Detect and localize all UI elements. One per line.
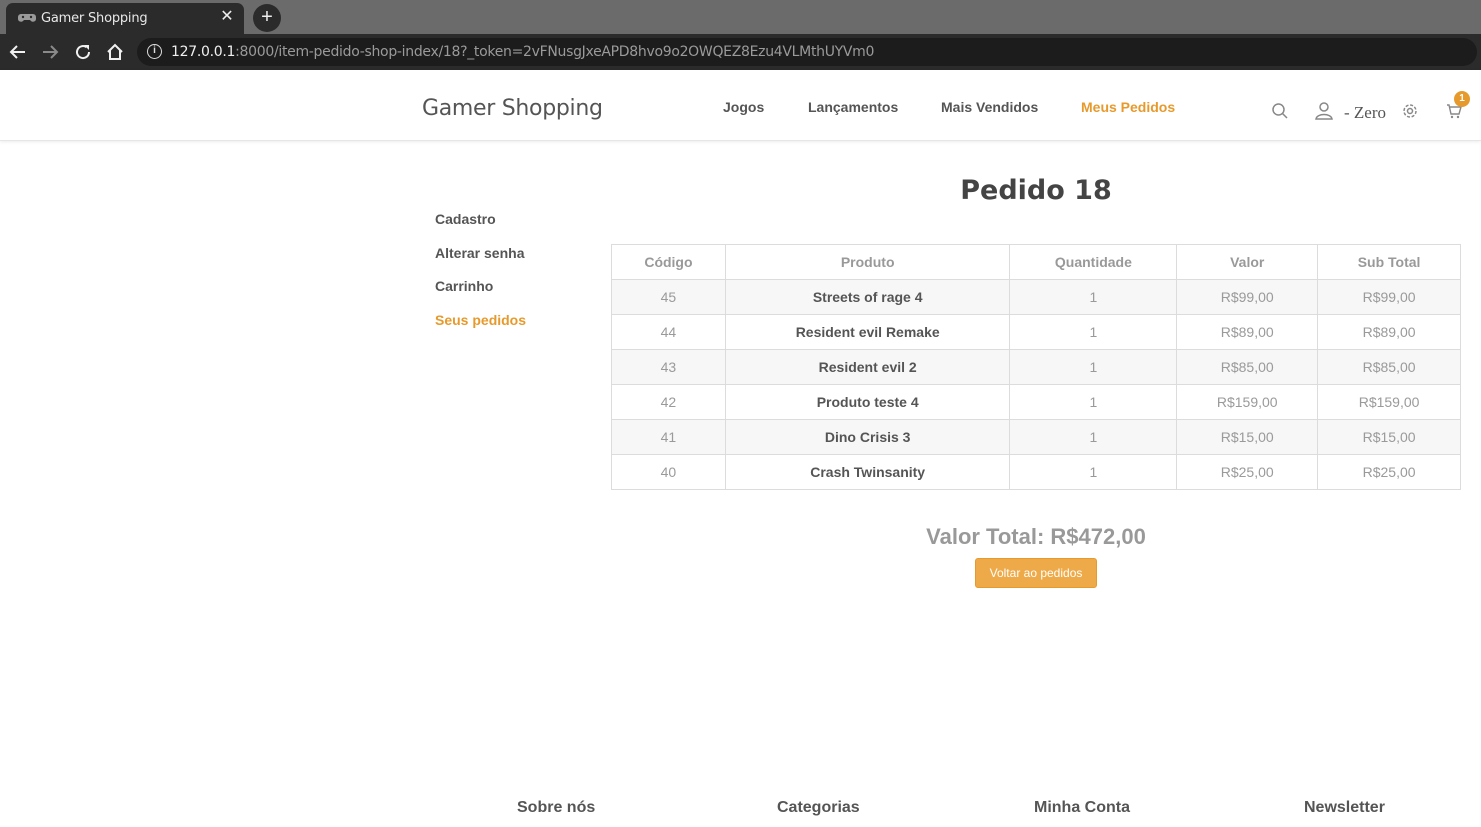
cell-subtotal: R$15,00 bbox=[1317, 419, 1461, 455]
cell-valor: R$25,00 bbox=[1176, 454, 1319, 490]
cell-codigo: 42 bbox=[611, 384, 726, 420]
page-title: Pedido 18 bbox=[960, 175, 1112, 206]
footer-heading-sobre-nos: Sobre nós bbox=[517, 799, 596, 816]
cell-valor: R$15,00 bbox=[1176, 419, 1319, 455]
footer-heading-minha-conta: Minha Conta bbox=[1034, 799, 1130, 816]
table-row: 42 Produto teste 4 1 R$159,00 R$159,00 bbox=[611, 384, 1461, 420]
cell-produto: Crash Twinsanity bbox=[724, 454, 1011, 490]
sidebar-item-cadastro[interactable]: Cadastro bbox=[435, 211, 496, 227]
column-header-produto: Produto bbox=[724, 244, 1011, 280]
new-tab-button[interactable]: + bbox=[253, 4, 281, 32]
cell-codigo: 40 bbox=[611, 454, 726, 490]
footer-heading-categorias: Categorias bbox=[777, 799, 860, 816]
cell-produto: Dino Crisis 3 bbox=[724, 419, 1011, 455]
gamepad-icon bbox=[18, 12, 36, 24]
close-tab-icon[interactable]: ✕ bbox=[218, 7, 236, 27]
cell-produto: Resident evil Remake bbox=[724, 314, 1011, 350]
column-header-quantidade: Quantidade bbox=[1009, 244, 1178, 280]
home-icon[interactable] bbox=[103, 40, 127, 64]
order-items-table: Código Produto Quantidade Valor Sub Tota… bbox=[611, 244, 1461, 490]
nav-meus-pedidos[interactable]: Meus Pedidos bbox=[1081, 99, 1175, 115]
back-arrow-icon[interactable] bbox=[6, 40, 30, 64]
cart-count-badge: 1 bbox=[1454, 91, 1470, 107]
url-bar[interactable]: i 127.0.0.1:8000/item-pedido-shop-index/… bbox=[137, 38, 1477, 66]
site-logo[interactable]: Gamer Shopping bbox=[422, 96, 603, 121]
nav-lancamentos[interactable]: Lançamentos bbox=[808, 99, 898, 115]
table-row: 44 Resident evil Remake 1 R$89,00 R$89,0… bbox=[611, 314, 1461, 350]
gear-icon[interactable] bbox=[1401, 102, 1419, 125]
table-header-row: Código Produto Quantidade Valor Sub Tota… bbox=[611, 244, 1461, 280]
site-info-icon[interactable]: i bbox=[147, 44, 162, 59]
user-name[interactable]: - Zero bbox=[1344, 103, 1386, 123]
cell-quantidade: 1 bbox=[1009, 314, 1178, 350]
cell-subtotal: R$25,00 bbox=[1317, 454, 1461, 490]
reload-icon[interactable] bbox=[71, 40, 95, 64]
user-icon[interactable] bbox=[1315, 102, 1335, 125]
column-header-valor: Valor bbox=[1176, 244, 1319, 280]
cell-quantidade: 1 bbox=[1009, 454, 1178, 490]
sidebar-item-seus-pedidos[interactable]: Seus pedidos bbox=[435, 312, 526, 328]
cell-codigo: 45 bbox=[611, 279, 726, 315]
footer-heading-newsletter: Newsletter bbox=[1304, 799, 1385, 816]
cell-subtotal: R$99,00 bbox=[1317, 279, 1461, 315]
table-row: 43 Resident evil 2 1 R$85,00 R$85,00 bbox=[611, 349, 1461, 385]
cell-subtotal: R$159,00 bbox=[1317, 384, 1461, 420]
cell-valor: R$159,00 bbox=[1176, 384, 1319, 420]
cell-subtotal: R$85,00 bbox=[1317, 349, 1461, 385]
nav-jogos[interactable]: Jogos bbox=[723, 99, 764, 115]
cell-codigo: 43 bbox=[611, 349, 726, 385]
cell-valor: R$99,00 bbox=[1176, 279, 1319, 315]
browser-tab[interactable]: Gamer Shopping ✕ bbox=[6, 3, 244, 34]
url-text: 127.0.0.1:8000/item-pedido-shop-index/18… bbox=[171, 44, 875, 60]
cell-quantidade: 1 bbox=[1009, 279, 1178, 315]
search-icon[interactable] bbox=[1271, 102, 1289, 125]
site-header: Gamer Shopping Jogos Lançamentos Mais Ve… bbox=[0, 70, 1481, 141]
cell-produto: Streets of rage 4 bbox=[724, 279, 1011, 315]
browser-tab-bar: Gamer Shopping ✕ + bbox=[0, 0, 1481, 34]
sidebar-item-carrinho[interactable]: Carrinho bbox=[435, 278, 493, 294]
table-row: 41 Dino Crisis 3 1 R$15,00 R$15,00 bbox=[611, 419, 1461, 455]
order-total: Valor Total: R$472,00 bbox=[926, 524, 1146, 549]
cell-subtotal: R$89,00 bbox=[1317, 314, 1461, 350]
cell-codigo: 41 bbox=[611, 419, 726, 455]
nav-mais-vendidos[interactable]: Mais Vendidos bbox=[941, 99, 1038, 115]
column-header-codigo: Código bbox=[611, 244, 726, 280]
cell-valor: R$89,00 bbox=[1176, 314, 1319, 350]
cell-valor: R$85,00 bbox=[1176, 349, 1319, 385]
cell-quantidade: 1 bbox=[1009, 419, 1178, 455]
tab-title: Gamer Shopping bbox=[41, 11, 148, 26]
cell-produto: Resident evil 2 bbox=[724, 349, 1011, 385]
table-row: 45 Streets of rage 4 1 R$99,00 R$99,00 bbox=[611, 279, 1461, 315]
column-header-subtotal: Sub Total bbox=[1317, 244, 1461, 280]
cell-produto: Produto teste 4 bbox=[724, 384, 1011, 420]
cell-quantidade: 1 bbox=[1009, 384, 1178, 420]
forward-arrow-icon[interactable] bbox=[38, 40, 62, 64]
sidebar-item-alterar-senha[interactable]: Alterar senha bbox=[435, 245, 524, 261]
cell-codigo: 44 bbox=[611, 314, 726, 350]
browser-toolbar: i 127.0.0.1:8000/item-pedido-shop-index/… bbox=[0, 34, 1481, 70]
back-to-orders-button[interactable]: Voltar ao pedidos bbox=[975, 558, 1097, 588]
cell-quantidade: 1 bbox=[1009, 349, 1178, 385]
table-row: 40 Crash Twinsanity 1 R$25,00 R$25,00 bbox=[611, 454, 1461, 490]
